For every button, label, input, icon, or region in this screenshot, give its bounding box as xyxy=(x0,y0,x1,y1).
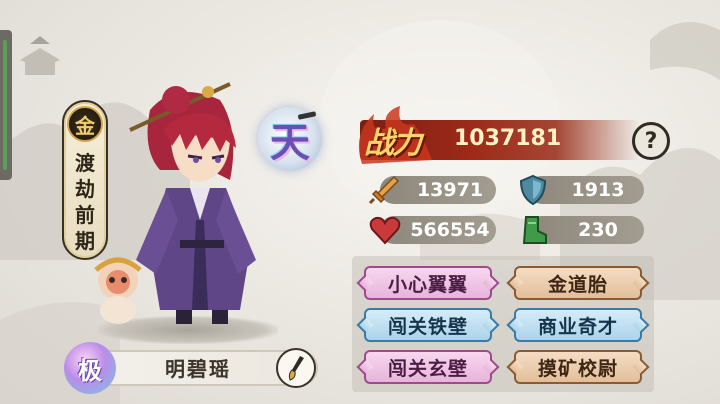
trait-tag[interactable]: 闯关玄壁 xyxy=(364,350,492,384)
stat-defense: 1913 xyxy=(519,174,644,206)
stat-speed-value: 230 xyxy=(578,219,618,241)
stat-speed: 230 xyxy=(522,216,644,244)
heart-icon xyxy=(369,216,401,245)
stat-hp: 566554 xyxy=(369,216,496,245)
combat-power-label: 战力 xyxy=(364,126,422,161)
boot-icon xyxy=(522,216,547,244)
sword-icon xyxy=(368,175,400,205)
grade-emblem: 天 xyxy=(258,107,322,171)
side-drawer-indicator xyxy=(3,40,7,170)
character-portrait[interactable] xyxy=(80,70,270,340)
trait-tag[interactable]: 闯关铁壁 xyxy=(364,308,492,342)
shield-icon xyxy=(519,174,547,206)
trait-tag[interactable]: 金道胎 xyxy=(514,266,642,300)
brush-icon xyxy=(288,356,304,381)
tier-badge: 极 xyxy=(64,342,116,394)
trait-tag[interactable]: 小心翼翼 xyxy=(364,266,492,300)
stat-hp-value: 566554 xyxy=(410,219,490,241)
stat-defense-value: 1913 xyxy=(571,179,625,201)
trait-tag[interactable]: 摸矿校尉 xyxy=(514,350,642,384)
combat-power-value: 1037181 xyxy=(454,126,562,151)
game-scene: 金 渡 劫 前 期 天 极 明碧瑶 战力 1037181 ? 13971 191… xyxy=(0,0,720,404)
rename-button[interactable] xyxy=(276,348,316,388)
stat-attack-value: 13971 xyxy=(416,179,484,201)
stat-attack: 13971 xyxy=(368,175,496,205)
trait-tag[interactable]: 商业奇才 xyxy=(514,308,642,342)
help-button[interactable]: ? xyxy=(632,122,670,160)
character-name: 明碧瑶 xyxy=(165,357,231,381)
side-drawer-handle[interactable] xyxy=(0,30,12,180)
